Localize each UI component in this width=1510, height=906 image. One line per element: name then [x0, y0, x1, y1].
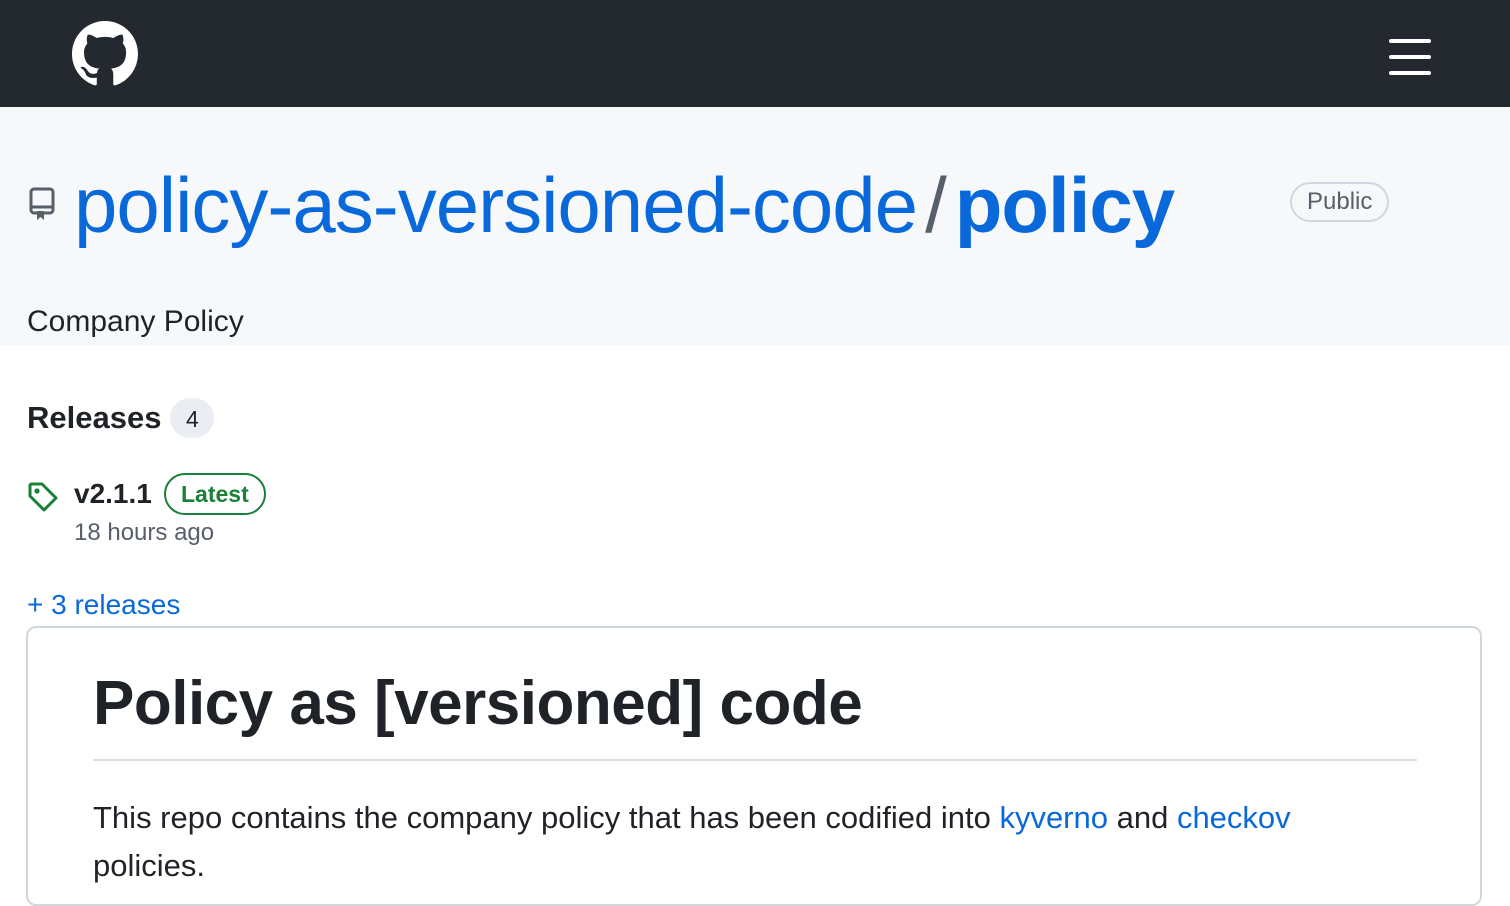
releases-title-link[interactable]: Releases [27, 400, 161, 436]
latest-badge: Latest [164, 473, 266, 515]
menu-line [1389, 71, 1431, 75]
tag-icon [27, 481, 59, 513]
readme-paragraph: This repo contains the company policy th… [93, 794, 1393, 890]
release-version-link[interactable]: v2.1.1 [74, 477, 152, 511]
top-header-bar [0, 0, 1510, 107]
kyverno-link[interactable]: kyverno [999, 800, 1108, 835]
visibility-badge: Public [1290, 182, 1390, 222]
readme-divider [93, 759, 1417, 761]
repo-separator: / [925, 161, 947, 249]
repo-name-link[interactable]: policy [955, 159, 1175, 251]
hamburger-menu-icon[interactable] [1384, 36, 1436, 76]
repo-title: policy-as-versioned-code / policy [74, 159, 1175, 251]
checkov-link[interactable]: checkov [1177, 800, 1291, 835]
readme-text: policies. [93, 848, 205, 883]
menu-line [1389, 39, 1431, 43]
repo-description: Company Policy [27, 305, 244, 338]
releases-count-badge: 4 [170, 398, 215, 438]
repo-header: policy-as-versioned-code / policy Public… [0, 107, 1510, 345]
releases-heading: Releases 4 [27, 398, 215, 438]
readme-heading: Policy as [versioned] code [93, 669, 863, 738]
release-timestamp: 18 hours ago [74, 519, 215, 546]
repo-icon [28, 187, 56, 221]
readme-box: Policy as [versioned] code This repo con… [26, 626, 1482, 906]
readme-text: This repo contains the company policy th… [93, 800, 1000, 835]
repo-owner-link[interactable]: policy-as-versioned-code [74, 159, 918, 251]
more-releases-link[interactable]: + 3 releases [27, 588, 180, 622]
menu-line [1389, 55, 1431, 59]
github-mark-icon[interactable] [72, 21, 138, 87]
readme-text: and [1107, 800, 1177, 835]
